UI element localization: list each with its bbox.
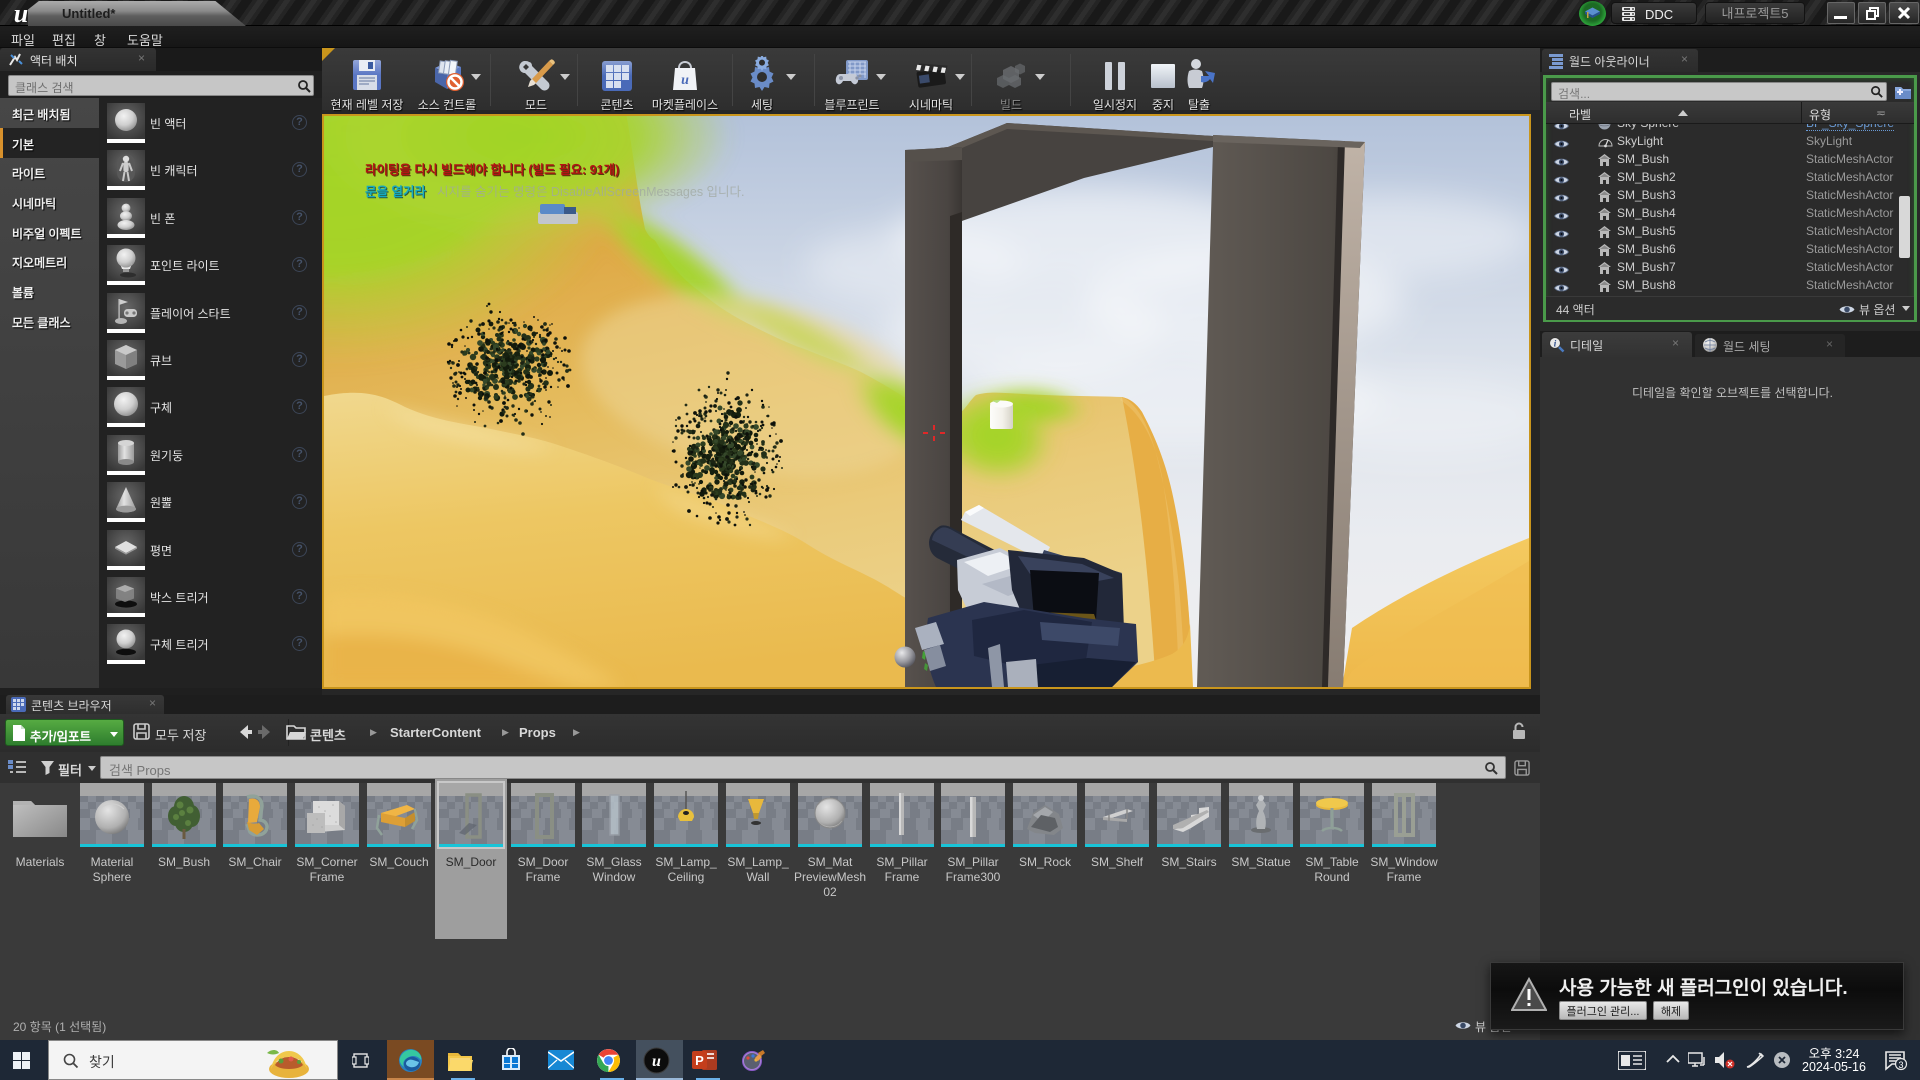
svg-text:라이팅을 다시 빌드해야 합니다 (빌드 필요: 91개): 라이팅을 다시 빌드해야 합니다 (빌드 필요: 91개): [365, 162, 619, 177]
svg-text:P: P: [695, 1053, 704, 1068]
svg-text:u: u: [681, 73, 689, 88]
svg-text:시지를 숨기는 명령은 DisableAllScreenMe: 시지를 숨기는 명령은 DisableAllScreenMessages 입니다…: [437, 185, 745, 199]
svg-text:u: u: [14, 0, 28, 26]
svg-text:3: 3: [1898, 1060, 1903, 1070]
svg-text:u: u: [652, 1053, 661, 1070]
svg-text:문을 열거라: 문을 열거라: [365, 184, 426, 199]
